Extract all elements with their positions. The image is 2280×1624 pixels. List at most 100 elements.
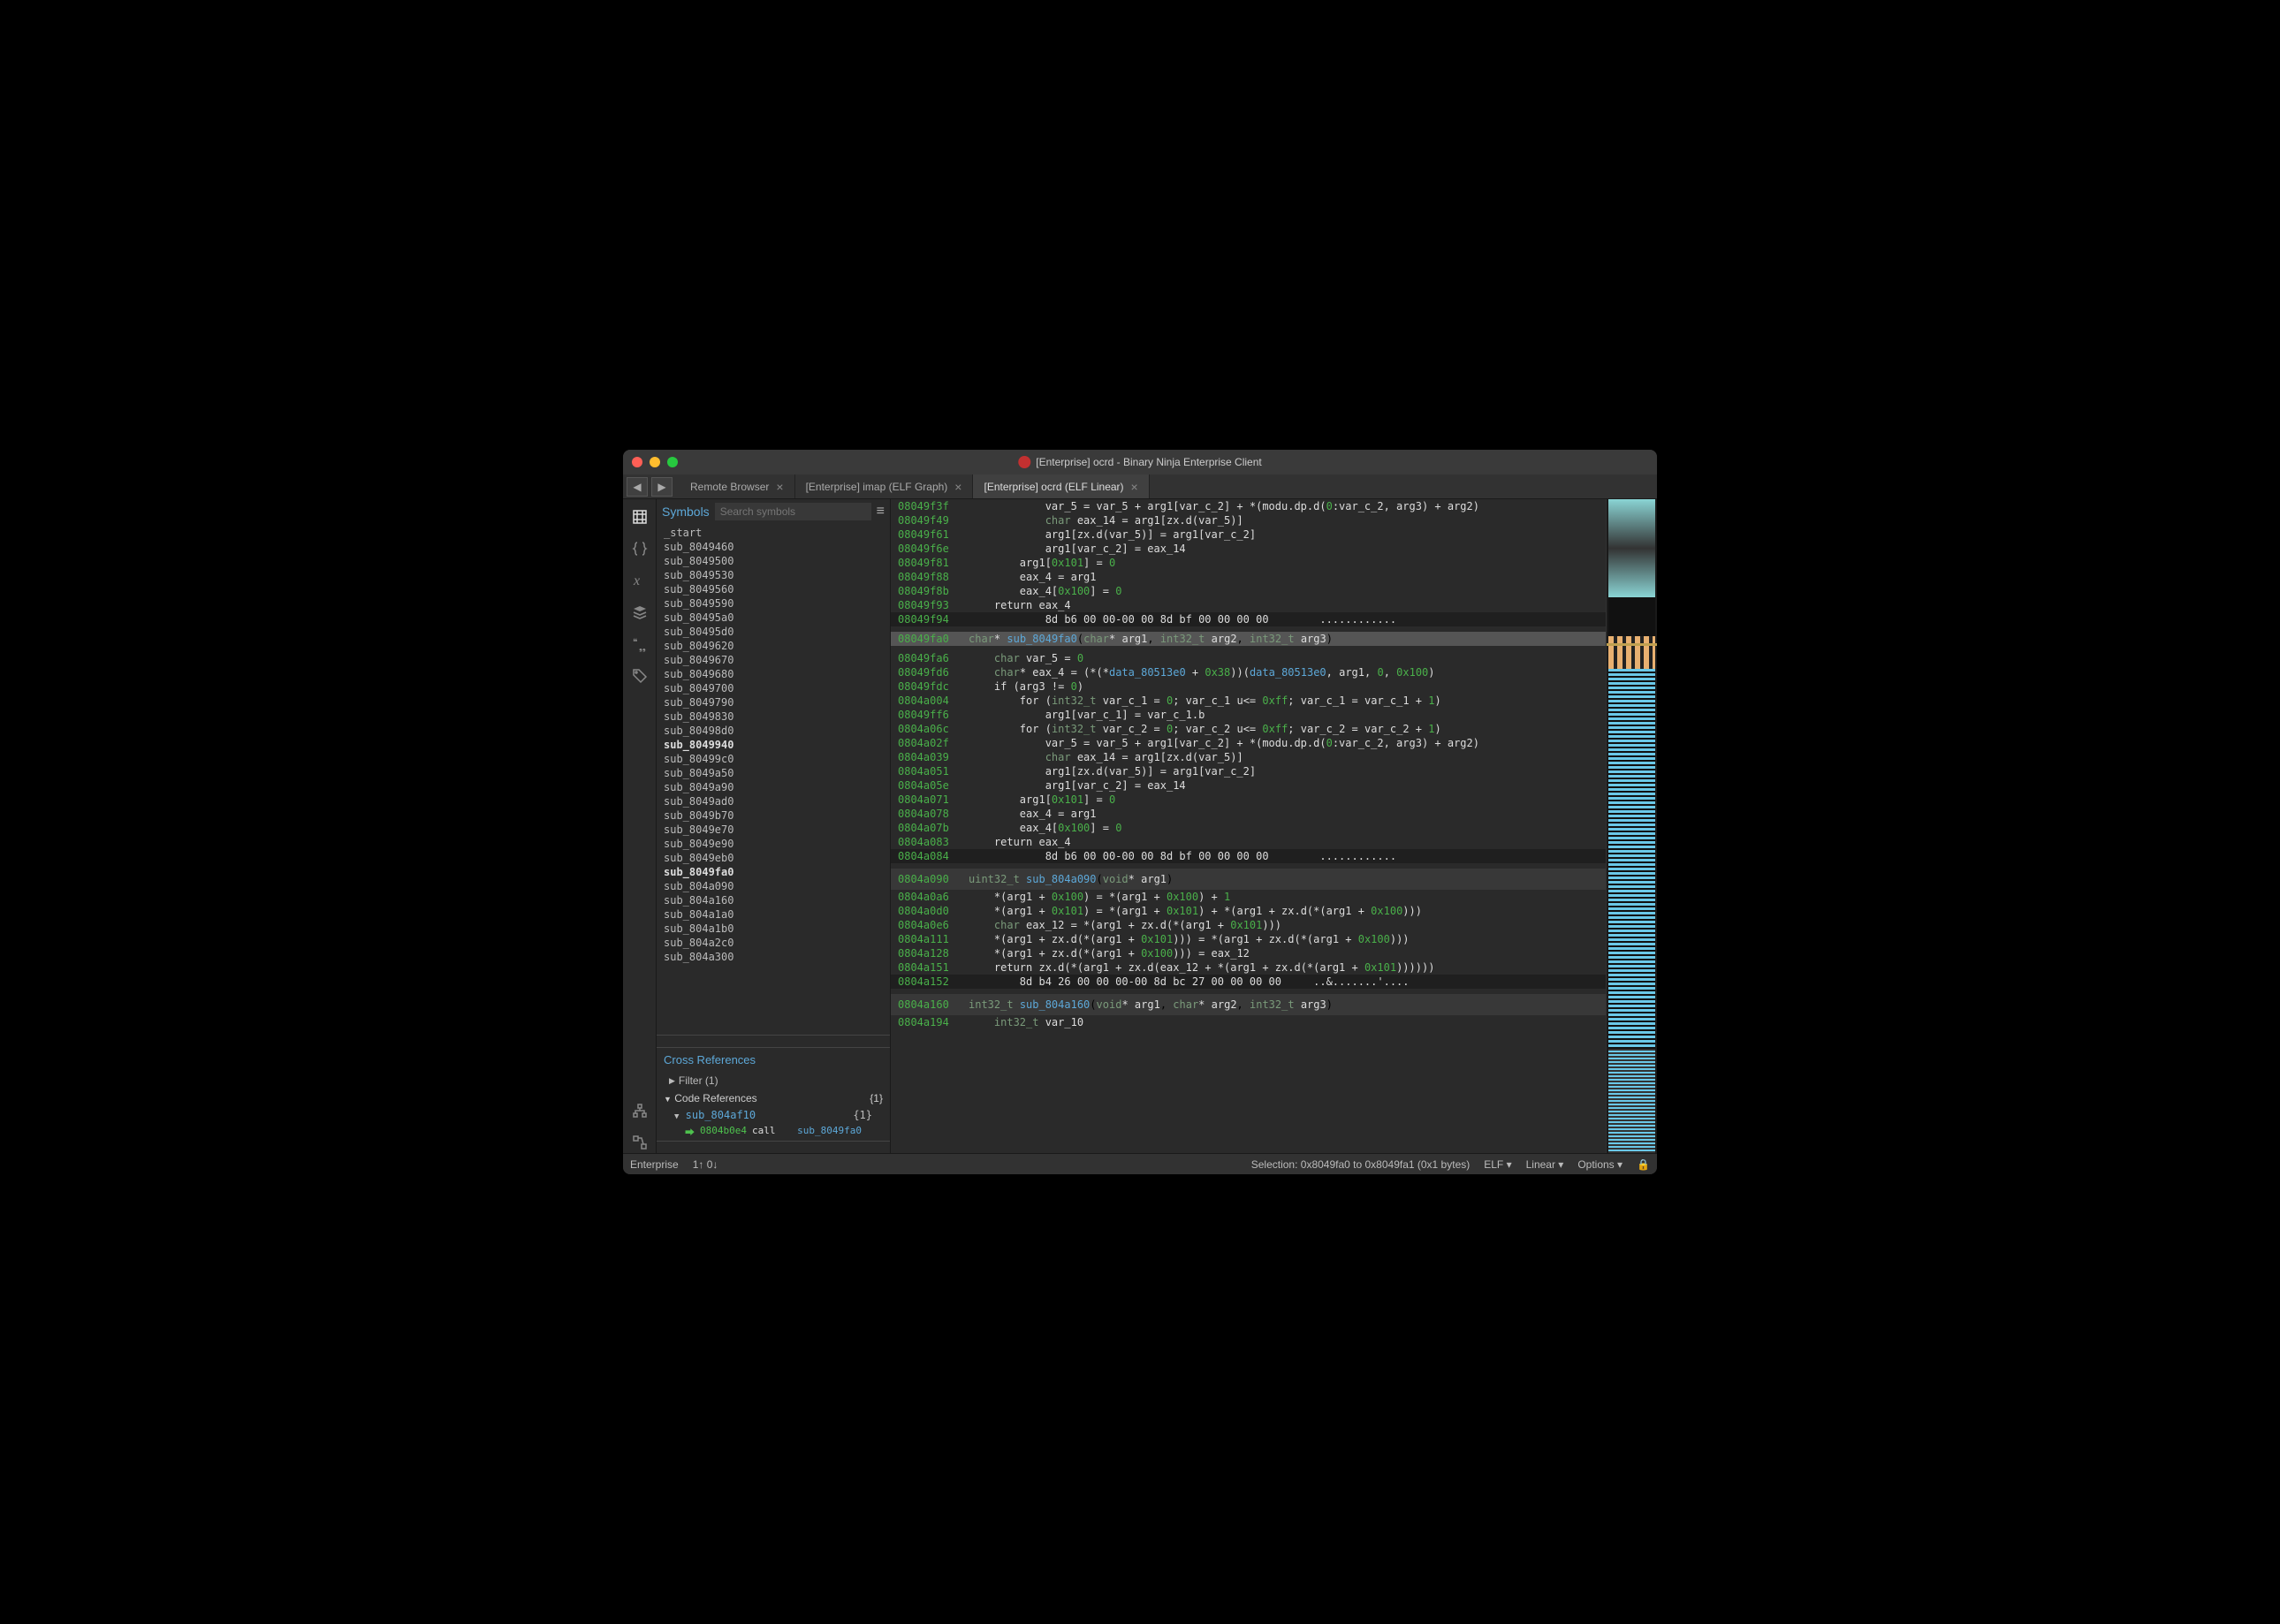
- tab-close-icon[interactable]: ×: [776, 480, 783, 494]
- nav-forward-button[interactable]: ▶: [651, 477, 673, 497]
- code-line[interactable]: 0804a078 eax_4 = arg1: [891, 807, 1606, 821]
- tab-2[interactable]: [Enterprise] ocrd (ELF Linear)×: [973, 474, 1149, 498]
- tag-icon[interactable]: [629, 665, 650, 687]
- symbol-item[interactable]: sub_80495a0: [657, 611, 890, 625]
- symbol-item[interactable]: sub_804a1a0: [657, 907, 890, 922]
- graph-icon[interactable]: [629, 1132, 650, 1153]
- symbol-item[interactable]: sub_8049e90: [657, 837, 890, 851]
- tab-close-icon[interactable]: ×: [1131, 480, 1138, 494]
- symbol-item[interactable]: sub_8049500: [657, 554, 890, 568]
- symbol-item[interactable]: sub_804a160: [657, 893, 890, 907]
- menu-icon[interactable]: ≡: [877, 504, 885, 520]
- symbol-item[interactable]: sub_8049a50: [657, 766, 890, 780]
- code-line[interactable]: 08049f8b eax_4[0x100] = 0: [891, 584, 1606, 598]
- code-line[interactable]: 08049fa6 char var_5 = 0: [891, 651, 1606, 665]
- tab-close-icon[interactable]: ×: [954, 480, 961, 494]
- code-line[interactable]: 08049fa0char* sub_8049fa0(char* arg1, in…: [891, 632, 1606, 646]
- symbol-item[interactable]: sub_8049ad0: [657, 794, 890, 808]
- symbol-item[interactable]: sub_804a300: [657, 950, 890, 964]
- code-line[interactable]: 0804a083 return eax_4: [891, 835, 1606, 849]
- tab-1[interactable]: [Enterprise] imap (ELF Graph)×: [795, 474, 974, 498]
- xref-call[interactable]: ⮕ 0804b0e4 call sub_8049fa0: [657, 1123, 890, 1141]
- code-line[interactable]: 0804a039 char eax_14 = arg1[zx.d(var_5)]: [891, 750, 1606, 764]
- code-line[interactable]: 08049f94 8d b6 00 00-00 00 8d bf 00 00 0…: [891, 612, 1606, 626]
- xref-filter[interactable]: ▶Filter (1): [657, 1072, 890, 1089]
- code-line[interactable]: 0804a090uint32_t sub_804a090(void* arg1): [891, 869, 1606, 890]
- nav-back-button[interactable]: ◀: [627, 477, 648, 497]
- code-line[interactable]: 08049f61 arg1[zx.d(var_5)] = arg1[var_c_…: [891, 527, 1606, 542]
- code-line[interactable]: 0804a0e6 char eax_12 = *(arg1 + zx.d(*(a…: [891, 918, 1606, 932]
- code-line[interactable]: 0804a06c for (int32_t var_c_2 = 0; var_c…: [891, 722, 1606, 736]
- layers-icon[interactable]: [629, 602, 650, 623]
- code-line[interactable]: 0804a05e arg1[var_c_2] = eax_14: [891, 778, 1606, 793]
- xref-section-header[interactable]: ▼ Code References{1}: [657, 1089, 890, 1107]
- code-line[interactable]: 08049f6e arg1[var_c_2] = eax_14: [891, 542, 1606, 556]
- code-line[interactable]: 08049fd6 char* eax_4 = (*(*data_80513e0 …: [891, 665, 1606, 679]
- symbol-item[interactable]: sub_8049790: [657, 695, 890, 710]
- code-line[interactable]: 08049f88 eax_4 = arg1: [891, 570, 1606, 584]
- sidebar-scroll[interactable]: [657, 1035, 890, 1047]
- symbol-item[interactable]: _start: [657, 526, 890, 540]
- hierarchy-icon[interactable]: [629, 1100, 650, 1121]
- code-line[interactable]: 0804a128 *(arg1 + zx.d(*(arg1 + 0x100)))…: [891, 946, 1606, 960]
- code-line[interactable]: 0804a0d0 *(arg1 + 0x101) = *(arg1 + 0x10…: [891, 904, 1606, 918]
- symbol-item[interactable]: sub_8049620: [657, 639, 890, 653]
- symbol-item[interactable]: sub_8049700: [657, 681, 890, 695]
- maximize-window-button[interactable]: [667, 457, 678, 467]
- xref-item[interactable]: ▼ sub_804af10{1}: [657, 1107, 890, 1123]
- code-line[interactable]: 08049f93 return eax_4: [891, 598, 1606, 612]
- symbol-item[interactable]: sub_804a090: [657, 879, 890, 893]
- symbol-item[interactable]: sub_8049830: [657, 710, 890, 724]
- symbol-item[interactable]: sub_8049fa0: [657, 865, 890, 879]
- symbol-item[interactable]: sub_8049560: [657, 582, 890, 596]
- symbol-item[interactable]: sub_804a2c0: [657, 936, 890, 950]
- code-line[interactable]: 08049f3f var_5 = var_5 + arg1[var_c_2] +…: [891, 499, 1606, 513]
- code-line[interactable]: 0804a02f var_5 = var_5 + arg1[var_c_2] +…: [891, 736, 1606, 750]
- hash-icon[interactable]: [629, 506, 650, 527]
- code-view[interactable]: 08049f3f var_5 = var_5 + arg1[var_c_2] +…: [891, 499, 1606, 1153]
- symbol-item[interactable]: sub_8049530: [657, 568, 890, 582]
- code-line[interactable]: 0804a151 return zx.d(*(arg1 + zx.d(eax_1…: [891, 960, 1606, 975]
- search-input[interactable]: [715, 503, 871, 520]
- code-line[interactable]: 08049f81 arg1[0x101] = 0: [891, 556, 1606, 570]
- code-line[interactable]: 0804a160int32_t sub_804a160(void* arg1, …: [891, 994, 1606, 1015]
- braces-icon[interactable]: [629, 538, 650, 559]
- symbol-item[interactable]: sub_8049460: [657, 540, 890, 554]
- symbol-item[interactable]: sub_80499c0: [657, 752, 890, 766]
- symbol-list[interactable]: _startsub_8049460sub_8049500sub_8049530s…: [657, 524, 890, 1035]
- code-line[interactable]: 0804a084 8d b6 00 00-00 00 8d bf 00 00 0…: [891, 849, 1606, 863]
- status-format[interactable]: ELF ▾: [1484, 1158, 1511, 1171]
- symbol-item[interactable]: sub_8049a90: [657, 780, 890, 794]
- comment-icon[interactable]: ❝❟❟: [629, 634, 650, 655]
- code-line[interactable]: 08049f49 char eax_14 = arg1[zx.d(var_5)]: [891, 513, 1606, 527]
- symbol-item[interactable]: sub_8049b70: [657, 808, 890, 823]
- symbol-item[interactable]: sub_8049590: [657, 596, 890, 611]
- symbol-item[interactable]: sub_8049670: [657, 653, 890, 667]
- xref-scroll[interactable]: [657, 1141, 890, 1153]
- code-line[interactable]: 0804a0a6 *(arg1 + 0x100) = *(arg1 + 0x10…: [891, 890, 1606, 904]
- symbol-item[interactable]: sub_8049940: [657, 738, 890, 752]
- lock-icon[interactable]: 🔒: [1637, 1158, 1650, 1171]
- code-line[interactable]: 0804a111 *(arg1 + zx.d(*(arg1 + 0x101)))…: [891, 932, 1606, 946]
- code-line[interactable]: 0804a071 arg1[0x101] = 0: [891, 793, 1606, 807]
- symbol-item[interactable]: sub_8049680: [657, 667, 890, 681]
- code-line[interactable]: 0804a194 int32_t var_10: [891, 1015, 1606, 1029]
- minimize-window-button[interactable]: [650, 457, 660, 467]
- symbol-item[interactable]: sub_8049e70: [657, 823, 890, 837]
- code-line[interactable]: 08049fdc if (arg3 != 0): [891, 679, 1606, 694]
- symbol-item[interactable]: sub_80495d0: [657, 625, 890, 639]
- code-line[interactable]: 0804a152 8d b4 26 00 00 00-00 8d bc 27 0…: [891, 975, 1606, 989]
- status-options[interactable]: Options ▾: [1577, 1158, 1623, 1171]
- mini-map[interactable]: [1606, 499, 1657, 1153]
- symbol-item[interactable]: sub_804a1b0: [657, 922, 890, 936]
- tab-0[interactable]: Remote Browser×: [680, 474, 795, 498]
- close-window-button[interactable]: [632, 457, 642, 467]
- variable-icon[interactable]: x: [629, 570, 650, 591]
- symbol-item[interactable]: sub_8049eb0: [657, 851, 890, 865]
- code-line[interactable]: 08049ff6 arg1[var_c_1] = var_c_1.b: [891, 708, 1606, 722]
- code-line[interactable]: 0804a07b eax_4[0x100] = 0: [891, 821, 1606, 835]
- code-line[interactable]: 0804a004 for (int32_t var_c_1 = 0; var_c…: [891, 694, 1606, 708]
- status-view[interactable]: Linear ▾: [1526, 1158, 1564, 1171]
- code-line[interactable]: 0804a051 arg1[zx.d(var_5)] = arg1[var_c_…: [891, 764, 1606, 778]
- symbol-item[interactable]: sub_80498d0: [657, 724, 890, 738]
